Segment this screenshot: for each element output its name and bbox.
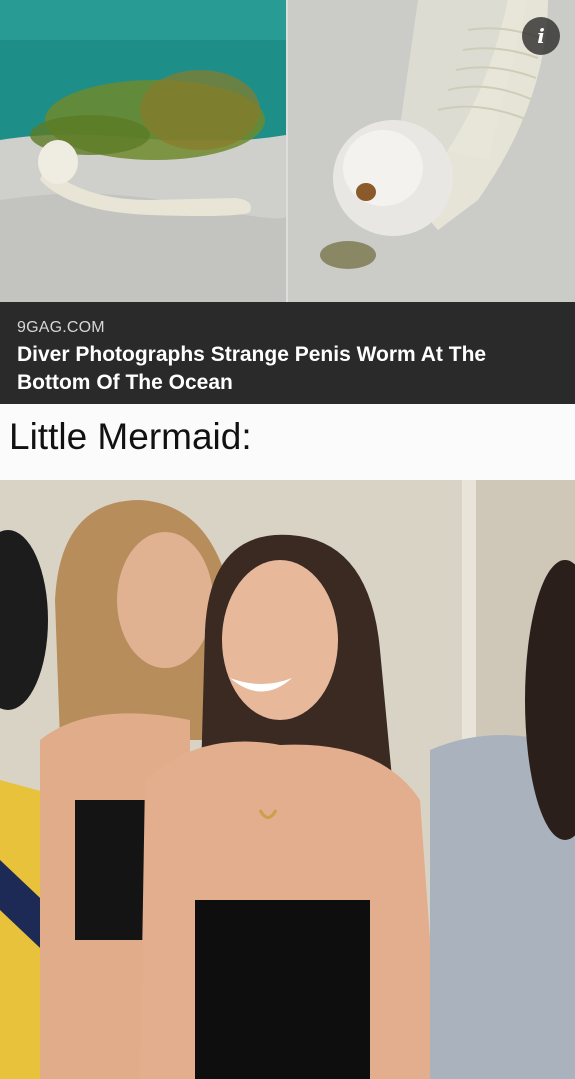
article-title[interactable]: Diver Photographs Strange Penis Worm At … [17, 341, 552, 397]
meme-caption: Little Mermaid: [0, 404, 575, 480]
worm-closeup-photo[interactable]: i [288, 0, 575, 302]
article-source: 9GAG.COM [17, 319, 105, 336]
worm-seabed-photo[interactable] [0, 0, 286, 302]
article-image-strip[interactable]: i [0, 0, 575, 302]
article-link-card[interactable]: 9GAG.COM Diver Photographs Strange Penis… [0, 302, 575, 404]
info-icon[interactable]: i [522, 17, 560, 55]
group-photo[interactable] [0, 480, 575, 1079]
